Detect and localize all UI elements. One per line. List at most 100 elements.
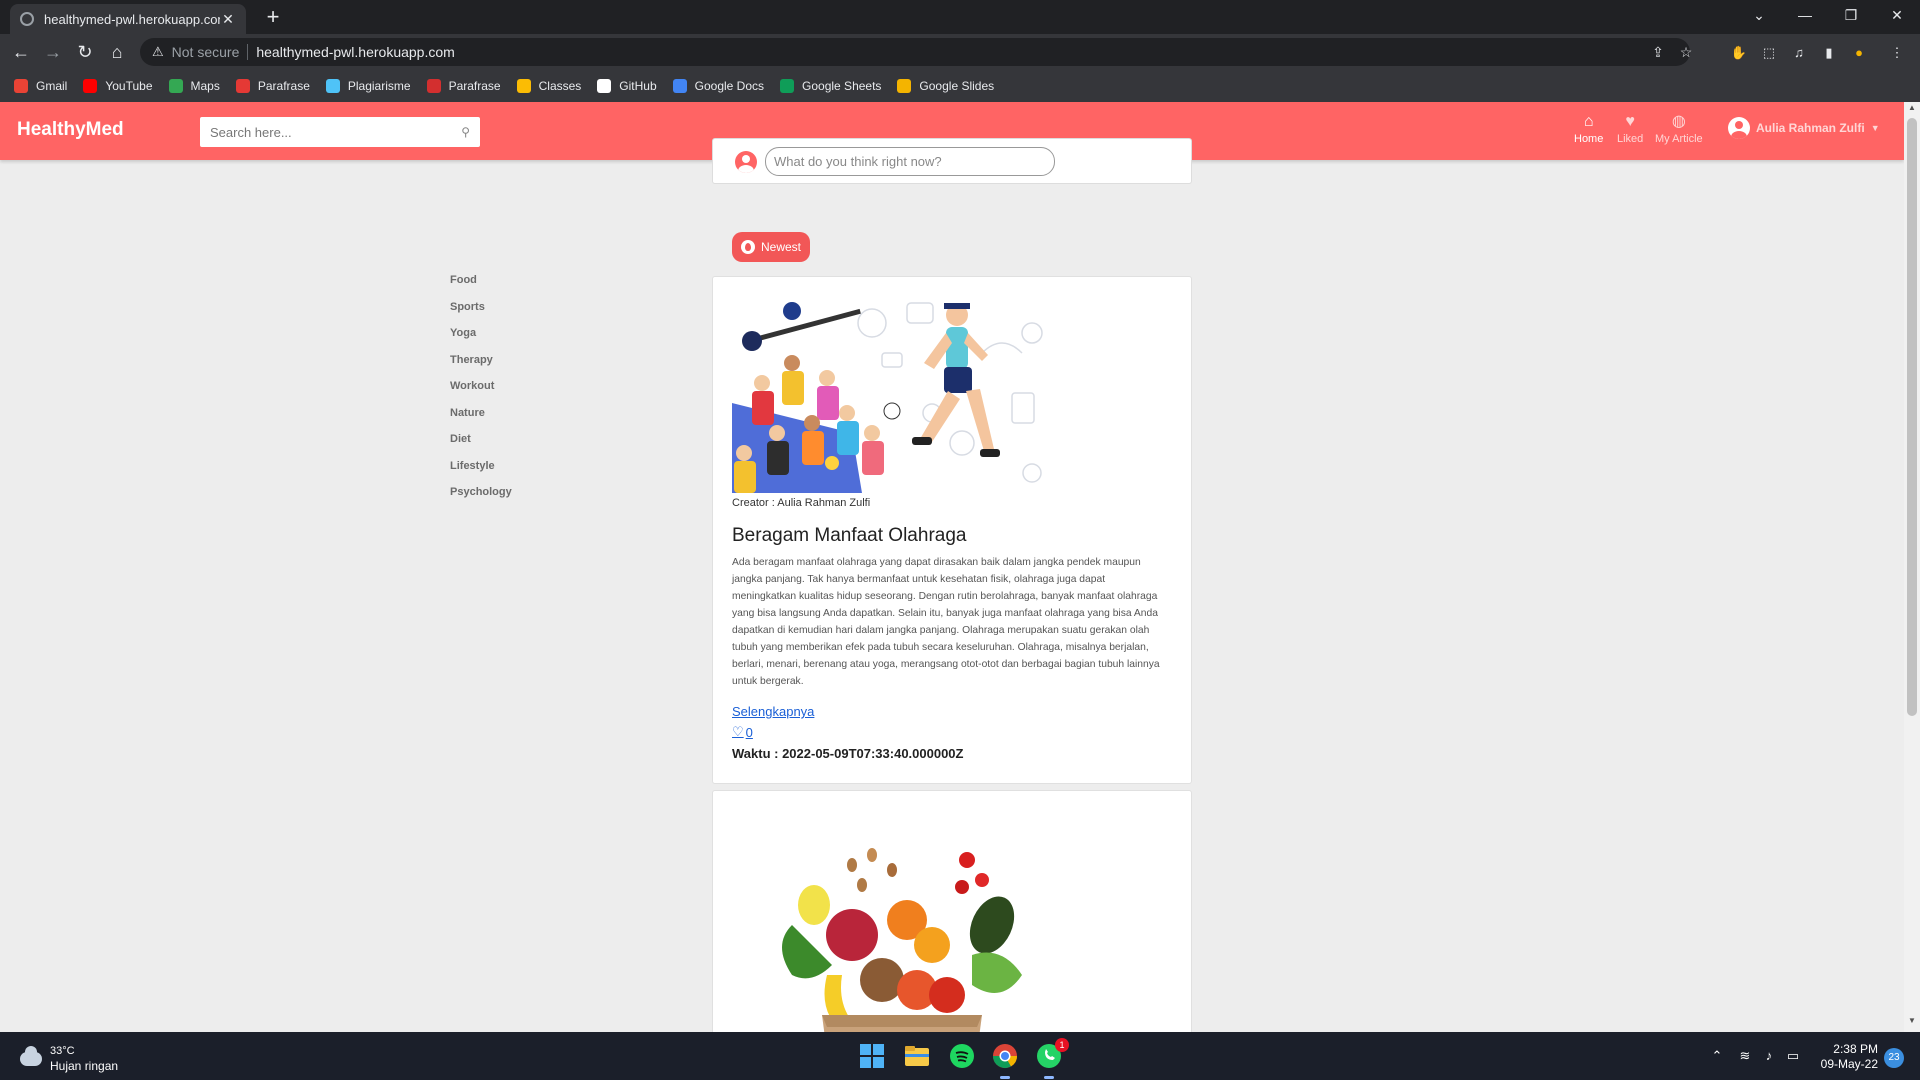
file-explorer-icon[interactable]	[903, 1042, 931, 1070]
bookmark-classes[interactable]: Classes	[516, 79, 581, 93]
media-control-icon[interactable]: ♫	[1790, 44, 1808, 62]
fire-icon	[741, 240, 755, 254]
search-input[interactable]	[210, 124, 462, 140]
minimize-button[interactable]: —	[1782, 0, 1828, 30]
browser-tab[interactable]: healthymed-pwl.herokuapp.com ✕	[10, 4, 246, 34]
system-clock[interactable]: 2:38 PM 09-May-22	[1818, 1042, 1878, 1072]
user-menu[interactable]: Aulia Rahman Zulfi ▼	[1728, 117, 1880, 139]
gmail-icon	[14, 79, 28, 93]
page-scrollbar[interactable]: ▲ ▼	[1904, 102, 1920, 1032]
bookmark-parafrase[interactable]: Parafrase	[235, 79, 310, 93]
profile-icon[interactable]: ●	[1850, 44, 1868, 62]
notification-badge[interactable]: 23	[1884, 1048, 1904, 1068]
address-bar[interactable]: ⚠ Not secure healthymed-pwl.herokuapp.co…	[140, 38, 1692, 66]
running-indicator	[1000, 1076, 1010, 1079]
bookmark-github[interactable]: GitHub	[597, 79, 657, 93]
forward-icon[interactable]: →	[41, 40, 65, 64]
bookmark-youtube[interactable]: YouTube	[83, 79, 153, 93]
bookmark-label: Gmail	[36, 79, 68, 93]
category-psychology[interactable]: Psychology	[450, 484, 512, 511]
bookmark-google-docs[interactable]: Google Docs	[672, 79, 764, 93]
article-card	[712, 790, 1192, 1032]
home-icon[interactable]: ⌂	[105, 40, 129, 64]
whatsapp-icon[interactable]: 1	[1035, 1038, 1069, 1070]
not-secure-label[interactable]: Not secure	[172, 44, 240, 60]
nav-liked-label: Liked	[1617, 133, 1644, 145]
bookmark-label: YouTube	[105, 79, 153, 93]
close-tab-icon[interactable]: ✕	[220, 11, 236, 28]
scroll-down-icon[interactable]: ▼	[1904, 1016, 1920, 1030]
chrome-icon[interactable]	[991, 1042, 1019, 1070]
category-therapy[interactable]: Therapy	[450, 352, 512, 379]
site-search-box[interactable]: ⚲	[200, 117, 480, 147]
bookmark-maps[interactable]: Maps	[168, 79, 220, 93]
nav-my-article-label: My Article	[1655, 133, 1703, 145]
nav-home[interactable]: ⌂ Home	[1574, 114, 1604, 146]
bookmark-label: Parafrase	[448, 79, 501, 93]
divider	[247, 44, 249, 60]
whatsapp-badge: 1	[1055, 1038, 1069, 1052]
clock-time: 2:38 PM	[1833, 1042, 1878, 1056]
reload-icon[interactable]: ↻	[73, 40, 97, 64]
bookmark-label: Parafrase	[257, 79, 310, 93]
adblock-extension-icon[interactable]: ✋	[1730, 44, 1748, 62]
spotify-icon[interactable]	[948, 1042, 976, 1070]
bookmark-star-icon[interactable]: ☆	[1676, 42, 1696, 62]
category-lifestyle[interactable]: Lifestyle	[450, 458, 512, 485]
scroll-up-icon[interactable]: ▲	[1904, 103, 1920, 117]
start-windows-icon[interactable]	[858, 1042, 886, 1070]
battery-icon[interactable]: ▭	[1784, 1048, 1802, 1064]
google-sheets-icon	[780, 79, 795, 93]
nav-home-label: Home	[1574, 133, 1604, 145]
avatar	[735, 151, 757, 173]
newest-filter-button[interactable]: Newest	[732, 232, 811, 262]
like-button[interactable]: ♡ 0	[732, 724, 753, 740]
nav-my-article[interactable]: ◍ My Article	[1655, 114, 1703, 146]
category-workout[interactable]: Workout	[450, 378, 512, 405]
menu-kebab-icon[interactable]: ⋮	[1888, 44, 1906, 62]
back-icon[interactable]: ←	[9, 40, 33, 64]
google-docs-icon	[672, 79, 687, 93]
article-title: Beragam Manfaat Olahraga	[732, 525, 967, 546]
side-panel-icon[interactable]: ▮	[1820, 44, 1838, 62]
url-text[interactable]: healthymed-pwl.herokuapp.com	[256, 44, 454, 60]
category-nature[interactable]: Nature	[450, 405, 512, 432]
globe-icon	[20, 12, 34, 26]
weather-desc: Hujan ringan	[50, 1059, 119, 1073]
warning-icon[interactable]: ⚠	[152, 44, 164, 60]
new-tab-button[interactable]: +	[260, 6, 286, 30]
weather-widget[interactable]: 33°C Hujan ringan	[20, 1044, 118, 1074]
bookmark-plagiarisme[interactable]: Plagiarisme	[325, 79, 411, 93]
post-input[interactable]	[765, 147, 1055, 176]
category-diet[interactable]: Diet	[450, 431, 512, 458]
volume-icon[interactable]: ♪	[1760, 1048, 1778, 1063]
chevron-up-icon[interactable]: ⌃	[1708, 1048, 1726, 1064]
search-icon[interactable]: ⚲	[461, 125, 470, 139]
bookmark-gmail[interactable]: Gmail	[14, 79, 67, 93]
tab-search-icon[interactable]: ⌄	[1736, 0, 1782, 30]
scrollbar-thumb[interactable]	[1907, 118, 1917, 716]
extensions-puzzle-icon[interactable]: ⬚	[1760, 44, 1778, 62]
wifi-icon[interactable]: ≋	[1736, 1048, 1754, 1064]
category-food[interactable]: Food	[450, 272, 512, 299]
read-more-link[interactable]: Selengkapnya	[732, 704, 814, 719]
heart-outline-icon: ♡	[732, 724, 744, 739]
site-logo[interactable]: HealthyMed	[17, 119, 124, 141]
cloud-icon	[20, 1046, 42, 1066]
bookmark-parafrase-2[interactable]: Parafrase	[426, 79, 501, 93]
category-sports[interactable]: Sports	[450, 299, 512, 326]
bookmark-google-sheets[interactable]: Google Sheets	[780, 79, 881, 93]
bookmark-label: Maps	[190, 79, 220, 93]
heart-icon: ♥	[1625, 113, 1635, 130]
category-list: Food Sports Yoga Therapy Workout Nature …	[450, 272, 512, 511]
bookmark-label: GitHub	[619, 79, 657, 93]
close-window-button[interactable]: ✕	[1874, 0, 1920, 30]
caret-down-icon: ▼	[1870, 123, 1880, 133]
classroom-icon	[516, 79, 531, 93]
nav-liked[interactable]: ♥ Liked	[1617, 113, 1644, 146]
parafrase-icon	[235, 79, 250, 93]
share-icon[interactable]: ⇪	[1648, 42, 1668, 62]
category-yoga[interactable]: Yoga	[450, 325, 512, 352]
restore-button[interactable]: ❐	[1828, 0, 1874, 30]
bookmark-google-slides[interactable]: Google Slides	[897, 79, 994, 93]
